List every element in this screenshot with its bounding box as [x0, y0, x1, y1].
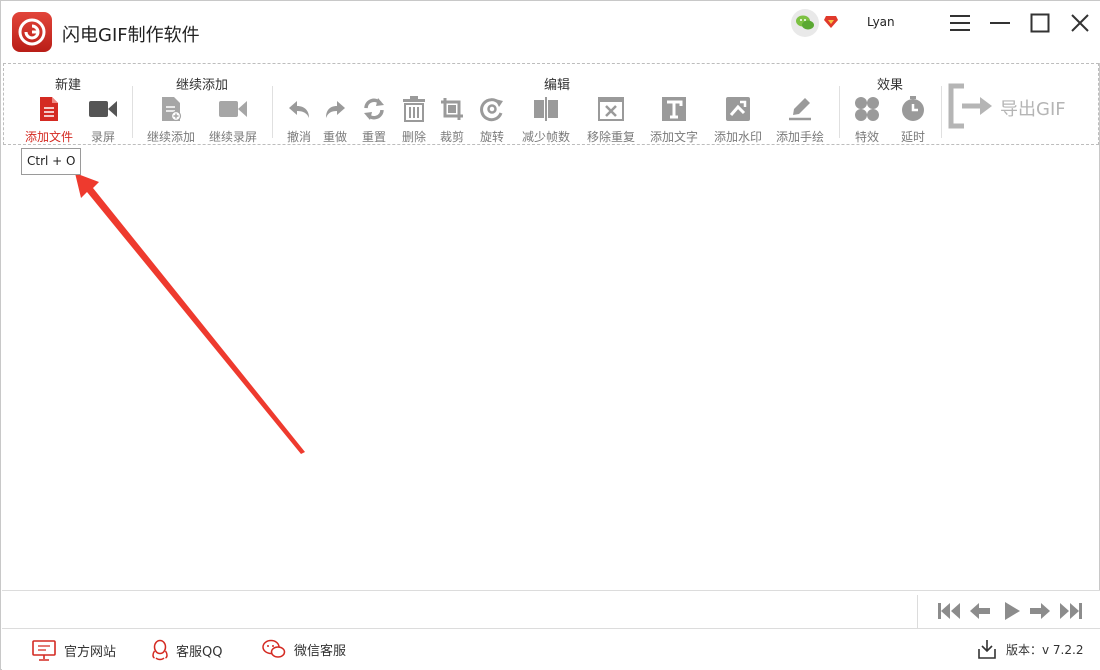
- reduce-frames-label: 减少帧数: [521, 130, 570, 144]
- rotate-icon: [477, 94, 507, 124]
- export-gif-button[interactable]: 导出GIF: [948, 83, 1078, 133]
- rotate-button[interactable]: 旋转: [462, 94, 522, 145]
- shortcut-tooltip: Ctrl + O: [21, 148, 82, 175]
- delay-label: 延时: [900, 130, 925, 144]
- record-screen-label: 录屏: [90, 130, 115, 144]
- app-window: 闪电GIF制作软件 Lyan 新建 继续添加 编辑 效果 添加文件 录屏 继续添…: [0, 0, 1100, 670]
- remove-duplicates-button[interactable]: 移除重复: [581, 94, 641, 145]
- username[interactable]: Lyan: [867, 15, 895, 29]
- continue-record-button[interactable]: 继续录屏: [203, 94, 263, 145]
- official-website-label: 官方网站: [64, 644, 117, 660]
- file-icon: [34, 94, 64, 124]
- group-label-effects: 效果: [876, 78, 904, 93]
- wechat-support-link[interactable]: 微信客服: [262, 639, 346, 659]
- rotate-label: 旋转: [479, 130, 504, 144]
- version-info[interactable]: 版本：v 7.2.2: [978, 639, 1083, 659]
- group-label-continue: 继续添加: [175, 78, 229, 93]
- delay-button[interactable]: 延时: [883, 94, 943, 145]
- maximize-icon[interactable]: [1028, 11, 1052, 35]
- title-bar: 闪电GIF制作软件 Lyan: [1, 1, 1100, 63]
- video-camera-icon: [88, 94, 118, 124]
- previous-frame-icon[interactable]: [968, 600, 992, 622]
- add-file-button[interactable]: 添加文件: [19, 94, 79, 145]
- next-frame-icon[interactable]: [1028, 600, 1052, 622]
- qq-penguin-icon: [152, 639, 168, 661]
- add-text-button[interactable]: 添加文字: [644, 94, 704, 145]
- minimize-icon[interactable]: [988, 11, 1012, 35]
- remove-frame-icon: [596, 94, 626, 124]
- special-effects-label: 特效: [854, 130, 879, 144]
- clover-icon: [852, 94, 882, 124]
- reset-label: 重置: [361, 130, 386, 144]
- continue-add-button[interactable]: 继续添加: [141, 94, 201, 145]
- brush-icon: [785, 94, 815, 124]
- wechat-support-label: 微信客服: [294, 643, 347, 659]
- add-watermark-button[interactable]: 添加水印: [708, 94, 768, 145]
- continue-record-label: 继续录屏: [208, 130, 257, 144]
- close-icon[interactable]: [1068, 11, 1092, 35]
- reduce-frames-button[interactable]: 减少帧数: [516, 94, 576, 145]
- monitor-icon: [32, 640, 56, 661]
- menu-icon[interactable]: [948, 11, 972, 35]
- last-frame-icon[interactable]: [1059, 600, 1083, 622]
- annotation-arrow: [75, 173, 305, 454]
- frame-canvas[interactable]: [3, 147, 1099, 590]
- app-logo-icon: [12, 12, 52, 52]
- toolbar: 新建 继续添加 编辑 效果 添加文件 录屏 继续添加 继续录屏 撤消 重做 重置…: [3, 63, 1099, 145]
- crop-label: 裁剪: [439, 130, 464, 144]
- playback-divider: [917, 595, 918, 629]
- group-label-new: 新建: [54, 78, 82, 93]
- export-gif-label: 导出GIF: [1000, 99, 1066, 120]
- wechat-login-icon[interactable]: [791, 9, 819, 37]
- status-bar: 官方网站 客服QQ 微信客服 版本：v 7.2.2: [2, 629, 1100, 670]
- vip-diamond-icon[interactable]: [823, 14, 839, 30]
- timer-icon: [898, 94, 928, 124]
- qq-support-link[interactable]: 客服QQ: [152, 639, 222, 661]
- playback-bar: [2, 590, 1100, 629]
- group-label-edit: 编辑: [543, 78, 571, 93]
- add-handdrawing-button[interactable]: 添加手绘: [770, 94, 830, 145]
- add-file-icon: [156, 94, 186, 124]
- add-file-label: 添加文件: [24, 130, 73, 144]
- export-icon: [948, 83, 994, 133]
- version-label: 版本：v 7.2.2: [1006, 642, 1084, 657]
- text-icon: [659, 94, 689, 124]
- add-handdrawing-label: 添加手绘: [775, 130, 824, 144]
- first-frame-icon[interactable]: [937, 600, 961, 622]
- wechat-icon: [262, 639, 286, 658]
- qq-support-label: 客服QQ: [176, 644, 223, 660]
- continue-add-label: 继续添加: [146, 130, 195, 144]
- app-title: 闪电GIF制作软件: [62, 25, 200, 46]
- remove-duplicates-label: 移除重复: [586, 130, 635, 144]
- download-icon: [978, 640, 996, 659]
- official-website-link[interactable]: 官方网站: [32, 639, 116, 661]
- add-watermark-label: 添加水印: [713, 130, 762, 144]
- record-screen-button[interactable]: 录屏: [73, 94, 133, 145]
- watermark-icon: [723, 94, 753, 124]
- add-text-label: 添加文字: [649, 130, 698, 144]
- video-camera-icon: [218, 94, 248, 124]
- play-icon[interactable]: [1000, 600, 1024, 622]
- split-frames-icon: [531, 94, 561, 124]
